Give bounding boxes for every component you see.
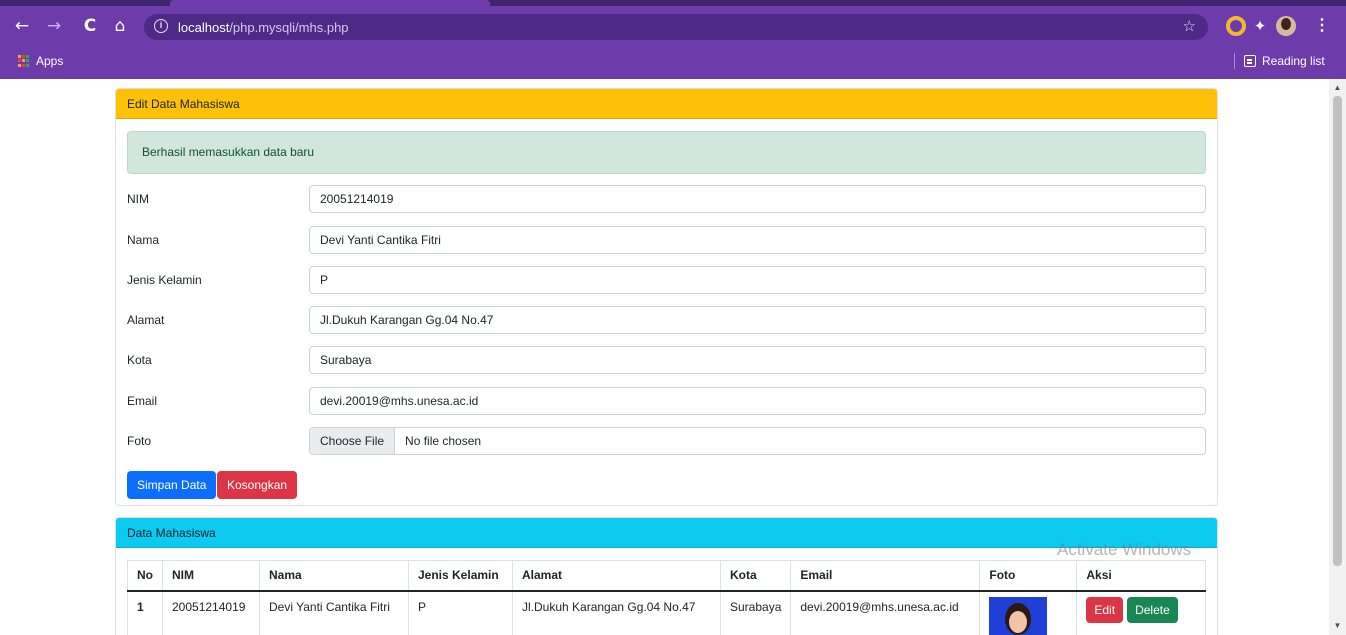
edit-card-header: Edit Data Mahasiswa bbox=[116, 89, 1217, 119]
column-header-no: No bbox=[127, 560, 163, 592]
delete-button[interactable]: Delete bbox=[1127, 596, 1178, 623]
url-text: localhost/php.mysqli/mhs.php bbox=[178, 20, 349, 35]
alamat-input[interactable]: Jl.Dukuh Karangan Gg.04 No.47 bbox=[309, 306, 1206, 334]
url-host: localhost bbox=[178, 20, 230, 35]
home-icon[interactable]: ⌂ bbox=[108, 14, 132, 38]
address-bar[interactable]: i localhost/php.mysqli/mhs.php ☆ bbox=[144, 14, 1208, 40]
form-row-jenis-kelamin: Jenis Kelamin P bbox=[116, 266, 1219, 295]
scroll-down-arrow-icon[interactable]: ▼ bbox=[1329, 619, 1346, 633]
cell-nama: Devi Yanti Cantika Fitri bbox=[259, 590, 409, 635]
scrollbar-thumb[interactable] bbox=[1333, 96, 1342, 566]
clear-button[interactable]: Kosongkan bbox=[217, 471, 298, 499]
bookmark-star-icon[interactable]: ☆ bbox=[1183, 17, 1196, 35]
reading-list-label: Reading list bbox=[1262, 54, 1325, 68]
email-input[interactable]: devi.20019@mhs.unesa.ac.id bbox=[309, 387, 1206, 415]
browser-toolbar: ← → C ⌂ i localhost/php.mysqli/mhs.php ☆… bbox=[0, 10, 1346, 44]
browser-chrome: ← → C ⌂ i localhost/php.mysqli/mhs.php ☆… bbox=[0, 0, 1346, 79]
page-scrollbar[interactable]: ▲ ▼ bbox=[1329, 79, 1346, 635]
bookmarks-divider bbox=[1234, 53, 1235, 69]
bookmark-apps-label: Apps bbox=[36, 54, 64, 68]
nim-label: NIM bbox=[127, 192, 149, 206]
form-row-email: Email devi.20019@mhs.unesa.ac.id bbox=[116, 387, 1219, 416]
column-header-email: Email bbox=[790, 560, 981, 592]
kota-input[interactable]: Surabaya bbox=[309, 346, 1206, 374]
cell-foto bbox=[979, 590, 1078, 635]
activate-windows-watermark: Activate Windows bbox=[1057, 540, 1192, 559]
column-header-nama: Nama bbox=[259, 560, 409, 592]
edit-card: Edit Data Mahasiswa Berhasil memasukkan … bbox=[115, 88, 1218, 506]
file-status-text: No file chosen bbox=[405, 434, 482, 448]
column-header-nim: NIM bbox=[162, 560, 260, 592]
column-header-foto: Foto bbox=[979, 560, 1078, 592]
student-photo bbox=[989, 596, 1048, 635]
reading-list-icon bbox=[1244, 55, 1256, 67]
form-row-foto: Foto Choose File No file chosen bbox=[116, 427, 1219, 456]
alamat-label: Alamat bbox=[127, 313, 165, 327]
form-row-alamat: Alamat Jl.Dukuh Karangan Gg.04 No.47 bbox=[116, 306, 1219, 335]
cell-email: devi.20019@mhs.unesa.ac.id bbox=[790, 590, 981, 635]
cell-alamat: Jl.Dukuh Karangan Gg.04 No.47 bbox=[512, 590, 721, 635]
form-row-kota: Kota Surabaya bbox=[116, 346, 1219, 375]
reload-icon[interactable]: C bbox=[78, 14, 102, 38]
foto-file-input[interactable]: Choose File No file chosen bbox=[309, 427, 1206, 455]
back-arrow-icon[interactable]: ← bbox=[10, 14, 34, 38]
cell-aksi: Edit Delete bbox=[1076, 590, 1206, 635]
foto-label: Foto bbox=[127, 434, 152, 448]
cell-no: 1 bbox=[127, 590, 163, 635]
browser-menu-icon[interactable]: ⋮ bbox=[1312, 16, 1332, 36]
nama-input[interactable]: Devi Yanti Cantika Fitri bbox=[309, 226, 1206, 254]
extensions-puzzle-icon[interactable]: ✦ bbox=[1250, 16, 1270, 36]
active-tab[interactable] bbox=[170, 0, 490, 6]
column-header-aksi: Aksi bbox=[1076, 560, 1206, 592]
nim-input[interactable]: 20051214019 bbox=[309, 185, 1206, 213]
success-alert: Berhasil memasukkan data baru bbox=[127, 131, 1206, 174]
extension-circle-icon[interactable] bbox=[1226, 16, 1246, 36]
data-card-header: Data Mahasiswa bbox=[116, 518, 1217, 548]
apps-grid-icon bbox=[18, 55, 30, 67]
column-header-jenis-kelamin: Jenis Kelamin bbox=[408, 560, 513, 592]
tab-strip bbox=[0, 0, 1346, 6]
bookmark-apps[interactable]: Apps bbox=[18, 53, 63, 69]
table-row: 1 20051214019 Devi Yanti Cantika Fitri P… bbox=[127, 590, 1206, 635]
url-path: /php.mysqli/mhs.php bbox=[229, 20, 349, 35]
cell-kota: Surabaya bbox=[719, 590, 792, 635]
cell-nim: 20051214019 bbox=[162, 590, 260, 635]
column-header-kota: Kota bbox=[719, 560, 792, 592]
email-label: Email bbox=[127, 394, 158, 408]
table-header-row: No NIM Nama Jenis Kelamin Alamat Kota Em… bbox=[127, 560, 1206, 592]
form-row-nama: Nama Devi Yanti Cantika Fitri bbox=[116, 226, 1219, 255]
jenis-kelamin-label: Jenis Kelamin bbox=[127, 273, 202, 287]
kota-label: Kota bbox=[127, 353, 152, 367]
profile-avatar[interactable] bbox=[1276, 16, 1296, 36]
edit-button[interactable]: Edit bbox=[1086, 596, 1124, 623]
nama-label: Nama bbox=[127, 233, 160, 247]
data-card: Data Mahasiswa No NIM Nama Jenis Kelamin… bbox=[115, 517, 1218, 635]
reading-list-button[interactable]: Reading list bbox=[1244, 53, 1325, 69]
site-info-icon[interactable]: i bbox=[154, 19, 168, 33]
bookmarks-bar: Apps Reading list bbox=[0, 48, 1346, 74]
save-button[interactable]: Simpan Data bbox=[127, 471, 217, 499]
form-row-nim: NIM 20051214019 bbox=[116, 185, 1219, 214]
choose-file-button[interactable]: Choose File bbox=[310, 428, 396, 454]
cell-jenis-kelamin: P bbox=[408, 590, 513, 635]
jenis-kelamin-input[interactable]: P bbox=[309, 266, 1206, 294]
scroll-up-arrow-icon[interactable]: ▲ bbox=[1329, 81, 1346, 95]
column-header-alamat: Alamat bbox=[512, 560, 721, 592]
forward-arrow-icon[interactable]: → bbox=[42, 14, 66, 38]
mahasiswa-table: No NIM Nama Jenis Kelamin Alamat Kota Em… bbox=[127, 560, 1206, 635]
